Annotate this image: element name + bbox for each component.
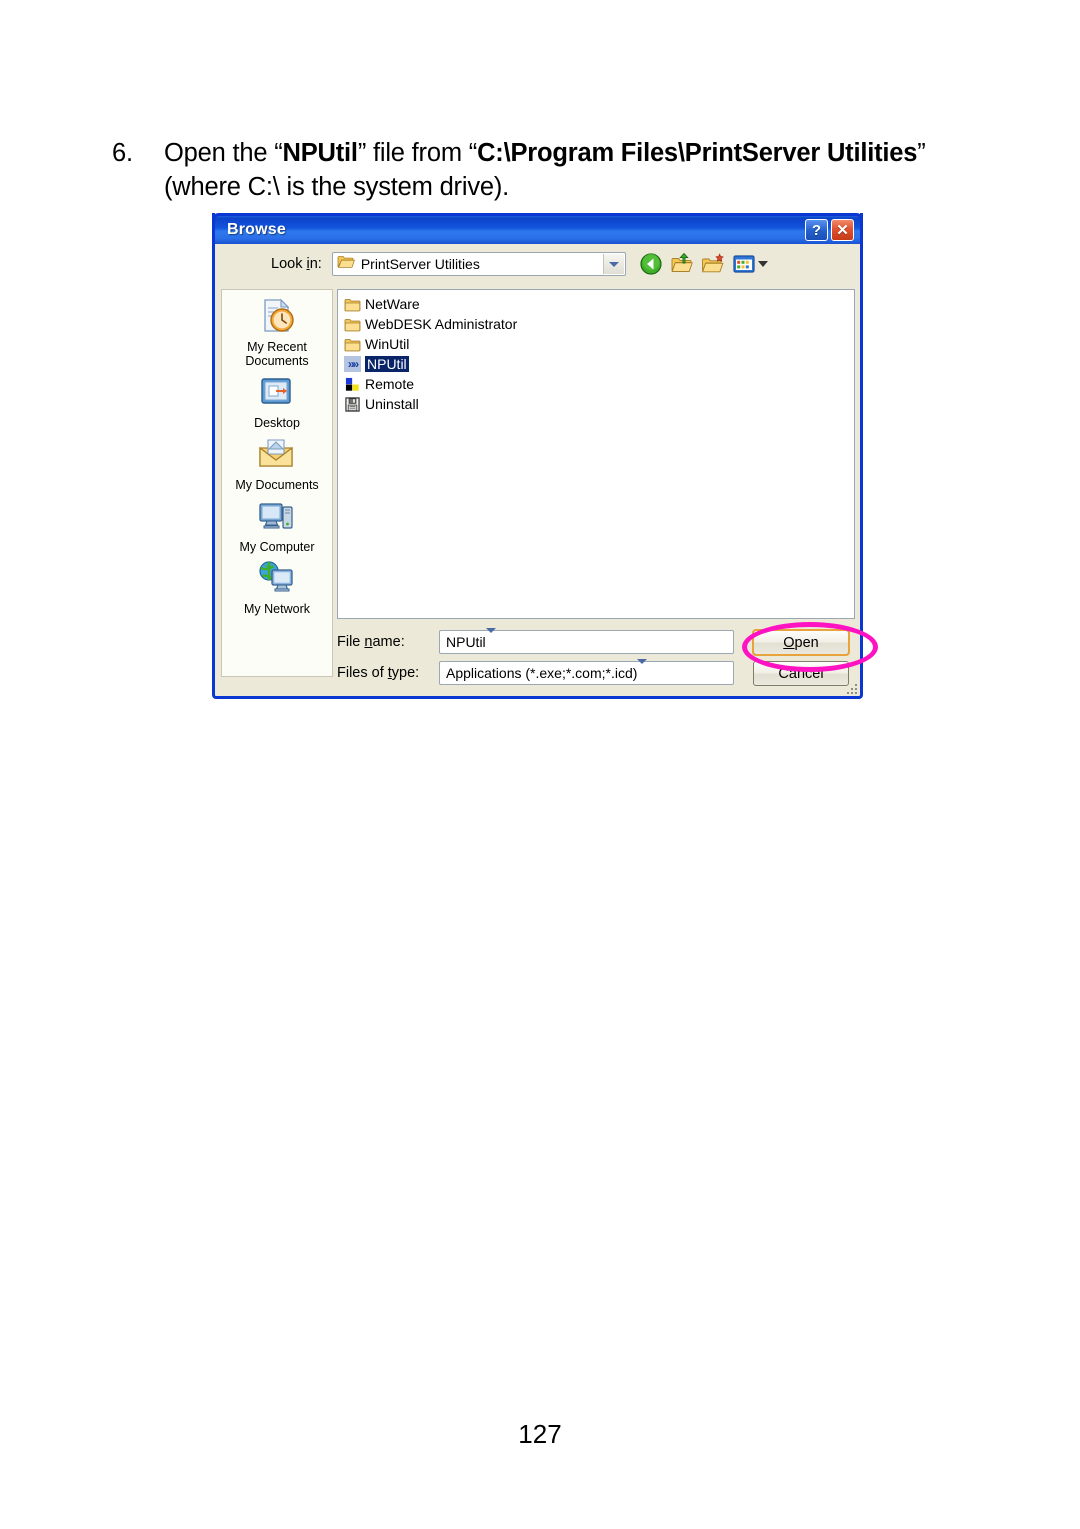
lookin-value: PrintServer Utilities bbox=[360, 256, 480, 272]
desktop-icon bbox=[261, 378, 291, 404]
resize-grip[interactable] bbox=[843, 680, 857, 694]
filename-input[interactable]: NPUtil bbox=[439, 628, 734, 654]
filename-label-post: ame: bbox=[372, 634, 405, 650]
chevron-down-icon bbox=[608, 261, 619, 267]
filetype-value: Applications (*.exe;*.com;*.icd) bbox=[446, 665, 638, 681]
place-my-recent-documents[interactable]: My Recent Documents bbox=[222, 296, 332, 368]
my-documents-icon bbox=[259, 439, 293, 467]
browse-dialog: Browse ? ✕ Look in: PrintServer Utilitie… bbox=[212, 213, 863, 699]
file-name: WinUtil bbox=[365, 336, 410, 352]
list-item[interactable]: WinUtil bbox=[341, 334, 851, 354]
instruction-text-part2: ” file from “ bbox=[357, 139, 478, 167]
dialog-toolbar bbox=[639, 252, 768, 276]
lookin-label: Look in: bbox=[271, 256, 322, 272]
filename-value: NPUtil bbox=[446, 634, 486, 650]
cancel-button[interactable]: Cancel bbox=[753, 661, 849, 686]
dialog-titlebar[interactable]: Browse ? ✕ bbox=[212, 213, 863, 244]
list-item-selected[interactable]: »» NPUtil bbox=[341, 354, 851, 374]
filetype-dropdown-button[interactable] bbox=[637, 659, 648, 682]
dialog-title: Browse bbox=[227, 221, 286, 238]
place-my-computer[interactable]: My Computer bbox=[222, 496, 332, 554]
lookin-combobox[interactable]: PrintServer Utilities bbox=[331, 252, 626, 276]
list-item[interactable]: WebDESK Administrator bbox=[341, 314, 851, 334]
instruction-bold-nputil: NPUtil bbox=[282, 139, 359, 167]
lookin-row: Look in: PrintServer Utilities bbox=[215, 244, 860, 284]
chevron-down-icon bbox=[757, 261, 768, 267]
chevron-down-icon bbox=[485, 628, 496, 650]
window-controls: ? ✕ bbox=[805, 219, 854, 241]
filetype-row: Files of type: Applications (*.exe;*.com… bbox=[337, 659, 734, 685]
up-one-level-button[interactable] bbox=[670, 252, 694, 276]
open-label-post: pen bbox=[794, 634, 819, 651]
filename-label: File name: bbox=[337, 634, 439, 650]
filename-label-pre: File bbox=[337, 634, 365, 650]
place-my-network[interactable]: My Network bbox=[222, 558, 332, 616]
step-number: 6. bbox=[112, 139, 133, 167]
file-name: NPUtil bbox=[365, 356, 409, 372]
folder-icon bbox=[344, 338, 361, 351]
create-new-folder-button[interactable] bbox=[701, 252, 725, 276]
chevron-down-icon bbox=[637, 659, 648, 681]
floppy-app-icon bbox=[345, 396, 360, 412]
close-icon[interactable]: ✕ bbox=[831, 219, 854, 241]
file-name: Uninstall bbox=[365, 396, 419, 412]
place-label: My Computer bbox=[239, 540, 315, 554]
list-item[interactable]: Uninstall bbox=[341, 394, 851, 414]
open-folder-icon bbox=[337, 254, 355, 275]
filetype-label: Files of type: bbox=[337, 665, 439, 681]
lookin-label-pre: Look bbox=[271, 256, 307, 272]
lookin-label-post: n: bbox=[309, 256, 322, 272]
open-label-accel: O bbox=[783, 634, 795, 651]
filetype-label-pre: Files of bbox=[337, 665, 388, 681]
places-bar: My Recent Documents Desktop My Documents bbox=[221, 289, 333, 677]
file-name: Remote bbox=[365, 376, 415, 392]
instruction-step: 6. Open the “NPUtil” file from “C:\Progr… bbox=[112, 136, 972, 204]
open-button[interactable]: Open bbox=[752, 629, 850, 656]
list-item[interactable]: Remote bbox=[341, 374, 851, 394]
place-my-documents[interactable]: My Documents bbox=[222, 434, 332, 492]
filename-dropdown-button[interactable] bbox=[485, 628, 496, 651]
folder-icon bbox=[344, 298, 361, 311]
squares-app-icon bbox=[345, 377, 359, 391]
place-label: My Recent Documents bbox=[245, 340, 309, 368]
place-label: Desktop bbox=[254, 416, 300, 430]
help-button[interactable]: ? bbox=[805, 219, 828, 241]
instruction-bold-path: C:\Program Files\PrintServer Utilities bbox=[477, 139, 918, 167]
file-name: WebDESK Administrator bbox=[365, 316, 518, 332]
list-item[interactable]: NetWare bbox=[341, 294, 851, 314]
file-name: NetWare bbox=[365, 296, 420, 312]
place-label: My Documents bbox=[235, 478, 319, 492]
place-desktop[interactable]: Desktop bbox=[222, 372, 332, 430]
filetype-label-post: ype: bbox=[391, 665, 420, 681]
file-list[interactable]: NetWare WebDESK Administrator WinUtil »»… bbox=[337, 289, 855, 619]
filename-row: File name: NPUtil bbox=[337, 628, 734, 654]
filetype-combobox[interactable]: Applications (*.exe;*.com;*.icd) bbox=[439, 659, 734, 685]
my-network-icon bbox=[259, 561, 293, 592]
page-number: 127 bbox=[518, 1419, 562, 1449]
folder-icon bbox=[344, 318, 361, 331]
place-label: My Network bbox=[244, 602, 310, 616]
instruction-text: Open the “NPUtil” file from “C:\Program … bbox=[164, 136, 972, 204]
instruction-text-part1: Open the “ bbox=[164, 139, 283, 167]
recent-documents-icon bbox=[264, 298, 294, 332]
back-button[interactable] bbox=[639, 252, 663, 276]
views-button[interactable] bbox=[732, 252, 768, 276]
chevron-app-icon: »» bbox=[344, 356, 361, 372]
my-computer-icon bbox=[259, 503, 293, 529]
lookin-dropdown-button[interactable] bbox=[602, 254, 624, 274]
